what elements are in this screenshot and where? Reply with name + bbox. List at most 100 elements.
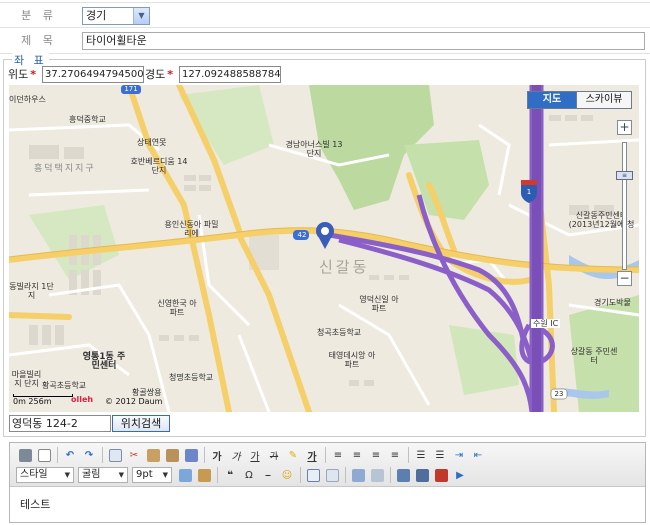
media-icon[interactable] [413,466,431,484]
outdent-icon[interactable]: ⇤ [469,446,487,464]
address-input[interactable]: 영덕동 124-2 [9,415,111,432]
font-size-dropdown[interactable]: 9pt ▼ [132,467,172,483]
zoom-in-button[interactable]: + [617,120,632,135]
bold-button[interactable]: 가 [208,446,226,464]
map-label: 청명초등학교 [169,373,214,382]
map-label: 청곡초등학교 [317,328,362,337]
ordered-list-icon[interactable]: ☰ [412,446,430,464]
zoom-slider-track[interactable] [622,142,627,270]
map-label: 영통1동 주민센터 [82,352,126,371]
route-number: 42 [297,231,307,239]
toolbar-divider [57,447,58,463]
category-select[interactable]: 경기 ▼ [82,7,150,25]
chevron-down-icon: ▼ [118,471,124,479]
route-number: 171 [124,85,138,93]
align-justify-icon[interactable]: ≡ [386,446,404,464]
font-color-icon[interactable]: 가 [303,446,321,464]
image-icon[interactable] [394,466,412,484]
map-label: 신갈동 [319,258,370,276]
title-row: 제 목 타이어휠타운 [0,28,650,54]
location-search-button[interactable]: 위치검색 [112,415,170,432]
font-size-dropdown-value: 9pt [136,469,153,480]
map-label: 경기도박물 [594,298,631,307]
longitude-input[interactable]: 127.0924885887847 [179,66,281,83]
copy-icon[interactable] [106,446,124,464]
unordered-list-icon[interactable]: ☰ [431,446,449,464]
link-icon[interactable] [349,466,367,484]
paste-text-icon[interactable] [163,446,181,464]
rich-text-editor: ↶ ↷ ✂ 가 가 가 가 ✎ 가 ≡ ≡ ≡ ≡ ☰ ☰ ⇥ ⇤ 스타일 ▼ … [9,442,646,523]
strikethrough-button[interactable]: 가 [265,446,283,464]
unlink-icon[interactable] [368,466,386,484]
font-dropdown[interactable]: 굴림 ▼ [78,467,128,483]
title-input[interactable]: 타이어휠타운 [82,32,645,50]
map-label: 영덕신일 아파트 [359,295,399,313]
flash-icon[interactable] [432,466,450,484]
editor-toolbar: ↶ ↷ ✂ 가 가 가 가 ✎ 가 ≡ ≡ ≡ ≡ ☰ ☰ ⇥ ⇤ 스타일 ▼ … [10,443,645,487]
map-label: 호반베르디움 14단지 [130,157,188,175]
map-type-skyview-button[interactable]: 스카이뷰 [576,91,632,109]
chevron-down-icon[interactable]: ▼ [133,8,149,24]
page: 분 류 경기 ▼ 제 목 타이어휠타운 좌 표 위도 * 37.270649479… [0,0,650,525]
map-label: 태영데시앙 아파트 [328,351,376,369]
location-marker[interactable] [316,222,334,249]
paste-icon[interactable] [144,446,162,464]
style-dropdown[interactable]: 스타일 ▼ [16,467,74,483]
map-label: 동빌라지 1단지 [9,282,54,300]
map-label: 경남아너스빌 13단지 [285,140,343,158]
park-area [179,85,274,165]
highlight-icon[interactable]: ✎ [284,446,302,464]
zoom-out-button[interactable]: − [617,271,632,286]
map-label: 황곡초등학교 [42,381,87,390]
table-icon[interactable] [304,466,322,484]
park-area [404,140,489,220]
indent-icon[interactable]: ⇥ [450,446,468,464]
format-brush-icon[interactable] [195,466,213,484]
editor-content[interactable]: 테스트 [10,488,645,522]
underline-button[interactable]: 가 [246,446,264,464]
map-copyright: © 2012 Daum [105,397,163,406]
horizontal-rule-icon[interactable]: ⎯ [259,466,277,484]
map-label: 흥덕택지지구 [34,164,96,174]
map-label: 상태연못 [137,138,167,147]
zoom-slider-handle[interactable]: ≡ [616,171,633,180]
longitude-label: 경도 * [145,67,173,83]
category-row: 분 류 경기 ▼ [0,2,650,28]
toolbar-row-1: ↶ ↷ ✂ 가 가 가 가 ✎ 가 ≡ ≡ ≡ ≡ ☰ ☰ ⇥ ⇤ [16,445,488,465]
toolbar-divider [204,447,205,463]
layer-icon[interactable] [323,466,341,484]
align-right-icon[interactable]: ≡ [367,446,385,464]
toolbar-divider [345,467,346,483]
spellcheck-icon[interactable] [176,466,194,484]
map-view[interactable]: 이던하우스 흥덕중학교 상태연못 호반베르디움 14단지 흥덕택지지구 경남아너… [9,85,639,412]
italic-button[interactable]: 가 [227,446,245,464]
toolbar-divider [300,467,301,483]
toolbar-row-2: 스타일 ▼ 굴림 ▼ 9pt ▼ ❝ Ω ⎯ ☺ ▶ [16,465,470,485]
print-icon[interactable] [16,446,34,464]
align-center-icon[interactable]: ≡ [348,446,366,464]
map-type-map-button[interactable]: 지도 [527,91,577,109]
latitude-input[interactable]: 37.27064947945003 [42,66,144,83]
chevron-down-icon: ▼ [162,471,168,479]
play-icon[interactable]: ▶ [451,466,469,484]
emoticon-icon[interactable]: ☺ [278,466,296,484]
select-all-icon[interactable] [182,446,200,464]
align-left-icon[interactable]: ≡ [329,446,347,464]
redo-icon[interactable]: ↷ [80,446,98,464]
font-dropdown-value: 굴림 [82,469,101,480]
title-label: 제 목 [21,34,57,47]
new-document-icon[interactable] [35,446,53,464]
toolbar-divider [390,467,391,483]
chevron-down-icon: ▼ [64,471,70,479]
quote-icon[interactable]: ❝ [221,466,239,484]
cut-icon[interactable]: ✂ [125,446,143,464]
route-number: 23 [554,390,564,398]
category-value: 경기 [86,9,107,22]
provider-logo: olleh [71,395,94,404]
required-mark: * [167,68,174,81]
route-number: 1 [526,188,532,196]
latitude-label-text: 위도 [8,68,29,81]
undo-icon[interactable]: ↶ [61,446,79,464]
special-char-icon[interactable]: Ω [240,466,258,484]
category-label: 분 류 [21,9,57,22]
